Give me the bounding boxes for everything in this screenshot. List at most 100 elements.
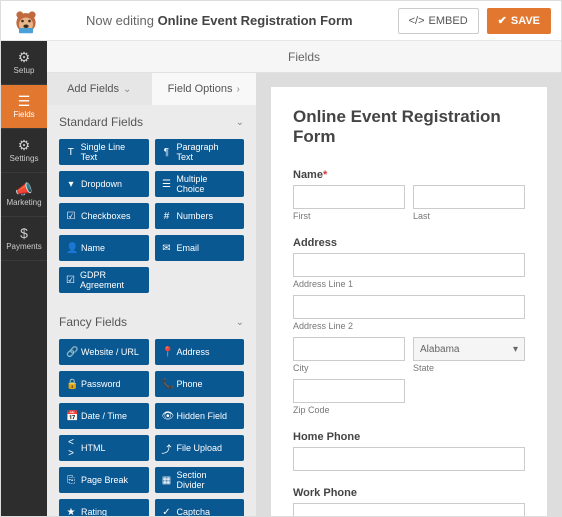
top-bar: Now editing Online Event Registration Fo…: [1, 1, 561, 41]
field-icon: ☰: [162, 179, 172, 190]
field-type-button[interactable]: 🔒 Password: [59, 371, 149, 397]
field-type-button[interactable]: ★Rating: [59, 499, 149, 516]
nav-payments[interactable]: $Payments: [1, 217, 47, 261]
field-address[interactable]: Address Address Line 1 Address Line 2 Ci…: [293, 237, 525, 415]
field-label: File Upload: [177, 443, 223, 453]
nav-label: Setup: [14, 66, 35, 75]
city-input[interactable]: [293, 337, 405, 361]
state-select[interactable]: Alabama▾: [413, 337, 525, 361]
field-label: Captcha: [177, 507, 211, 516]
last-name-input[interactable]: [413, 185, 525, 209]
field-icon: ★: [66, 507, 76, 517]
preview-area: Online Event Registration Form Name* Fir…: [257, 73, 561, 516]
layout: ⚙ Setup ☰Fields ⚙ Settings 📣Marketing $Pay…: [1, 41, 561, 516]
main: Fields Add Fields⌄ Field Options› Standa…: [47, 41, 561, 516]
field-label: Home Phone: [293, 431, 525, 443]
field-type-button[interactable]: ¶Paragraph Text: [155, 139, 245, 165]
nav-marketing[interactable]: 📣Marketing: [1, 173, 47, 217]
address1-input[interactable]: [293, 253, 525, 277]
field-icon: ▦: [162, 475, 172, 486]
field-icon: #: [162, 211, 172, 222]
field-icon: T: [66, 147, 76, 158]
field-label: Address: [293, 237, 525, 249]
field-type-button[interactable]: ☑Checkboxes: [59, 203, 149, 229]
sublabel-addr1: Address Line 1: [293, 279, 525, 289]
field-icon: ☑: [66, 211, 76, 222]
field-label: Password: [81, 379, 121, 389]
field-home-phone[interactable]: Home Phone: [293, 431, 525, 471]
sublabel-city: City: [293, 363, 405, 373]
embed-label: EMBED: [429, 15, 468, 27]
editing-title: Now editing Online Event Registration Fo…: [49, 13, 390, 28]
tab-add-fields[interactable]: Add Fields ⌄: [47, 73, 152, 105]
nav-settings[interactable]: ⚙ Settings: [1, 129, 47, 173]
field-type-button[interactable]: ▾Dropdown: [59, 171, 149, 197]
gear-icon: ⚙: [18, 50, 31, 64]
address2-input[interactable]: [293, 295, 525, 319]
sublabel-last: Last: [413, 211, 525, 221]
sublabel-zip: Zip Code: [293, 405, 405, 415]
editing-prefix: Now editing: [86, 13, 158, 28]
panel-tabs: Add Fields ⌄ Field Options›: [47, 73, 256, 105]
megaphone-icon: 📣: [15, 182, 32, 196]
work-phone-input[interactable]: [293, 503, 525, 516]
field-type-button[interactable]: 👤Name: [59, 235, 149, 261]
tab-field-options[interactable]: Field Options›: [152, 73, 257, 105]
field-label: Page Break: [81, 475, 128, 485]
form-title: Online Event Registration Form: [293, 107, 525, 147]
field-icon: ✓: [162, 507, 172, 517]
zip-input[interactable]: [293, 379, 405, 403]
field-type-button[interactable]: ✉Email: [155, 235, 245, 261]
field-type-button[interactable]: ☑ GDPR Agreement: [59, 267, 149, 293]
field-type-button[interactable]: ✓ Captcha: [155, 499, 245, 516]
columns: Add Fields ⌄ Field Options› Standard Fiel…: [47, 73, 561, 516]
nav-label: Payments: [6, 242, 42, 251]
field-icon: ⎘: [66, 475, 76, 486]
field-type-button[interactable]: 👁 Hidden Field: [155, 403, 245, 429]
field-icon: 🔒: [66, 379, 76, 390]
sliders-icon: ⚙: [18, 138, 31, 152]
field-type-button[interactable]: 🔗Website / URL: [59, 339, 149, 365]
field-icon: ☑: [66, 275, 75, 286]
chevron-down-icon: ⌄: [236, 317, 244, 328]
field-label: GDPR Agreement: [80, 270, 142, 290]
chevron-down-icon: ⌄: [236, 117, 244, 128]
field-type-button[interactable]: #Numbers: [155, 203, 245, 229]
field-label: Phone: [177, 379, 203, 389]
nav-setup[interactable]: ⚙ Setup: [1, 41, 47, 85]
field-type-button[interactable]: ⤴ File Upload: [155, 435, 245, 461]
section-fancy-header[interactable]: Fancy Fields ⌄: [47, 305, 256, 339]
field-type-button[interactable]: 📞 Phone: [155, 371, 245, 397]
field-label: Date / Time: [81, 411, 127, 421]
field-icon: ⤴: [162, 441, 172, 456]
field-icon: 📍: [162, 347, 172, 358]
field-name[interactable]: Name* First Last: [293, 169, 525, 221]
section-title: Standard Fields: [59, 115, 143, 129]
field-icon: 📞: [162, 379, 172, 390]
embed-button[interactable]: </> EMBED: [398, 8, 479, 34]
field-label: Hidden Field: [177, 411, 228, 421]
field-icon: ¶: [162, 147, 172, 158]
tab-label: Add Fields: [67, 83, 119, 95]
field-type-button[interactable]: 📅Date / Time: [59, 403, 149, 429]
field-icon: 👁: [162, 411, 172, 422]
field-type-button[interactable]: < >HTML: [59, 435, 149, 461]
section-standard-header[interactable]: Standard Fields ⌄: [47, 105, 256, 139]
home-phone-input[interactable]: [293, 447, 525, 471]
field-label: Address: [177, 347, 210, 357]
tab-label: Field Options: [168, 83, 233, 95]
field-icon: < >: [66, 437, 76, 459]
logo: [11, 6, 41, 36]
nav-label: Settings: [10, 154, 39, 163]
field-icon: ▾: [66, 179, 76, 190]
field-type-button[interactable]: 📍 Address: [155, 339, 245, 365]
field-type-button[interactable]: ▦Section Divider: [155, 467, 245, 493]
first-name-input[interactable]: [293, 185, 405, 209]
field-work-phone[interactable]: Work Phone: [293, 487, 525, 516]
field-type-button[interactable]: ☰Multiple Choice: [155, 171, 245, 197]
nav-fields[interactable]: ☰Fields: [1, 85, 47, 129]
save-button[interactable]: ✔ SAVE: [487, 8, 551, 34]
field-type-button[interactable]: ⎘ Page Break: [59, 467, 149, 493]
field-type-button[interactable]: TSingle Line Text: [59, 139, 149, 165]
chevron-down-icon: ⌄: [123, 84, 131, 95]
